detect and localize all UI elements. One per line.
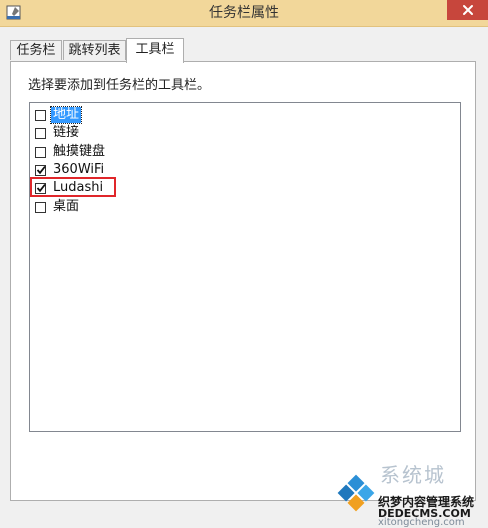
checkmark-icon [36,183,46,192]
list-item-desktop[interactable]: 桌面 [35,198,81,216]
checkbox-desktop[interactable] [35,201,46,213]
tab-taskbar[interactable]: 任务栏 [10,40,62,60]
list-item-label: 地址 [49,106,83,124]
list-item-touch-keyboard[interactable]: 触摸键盘 [35,143,107,161]
windows-logo-icon [337,474,375,512]
watermark-url: xitongcheng.com [378,517,465,528]
list-item-360wifi[interactable]: 360WiFi [35,161,106,179]
checkbox-address[interactable] [35,109,46,121]
window-title: 任务栏属性 [209,5,279,21]
list-item-label: 链接 [53,125,80,140]
toolbars-instruction: 选择要添加到任务栏的工具栏。 [28,78,211,93]
checkmark-icon [36,165,46,174]
checkbox-360wifi[interactable] [35,164,46,176]
list-item-label: Ludashi [53,180,104,195]
title-bar[interactable]: 任务栏属性 [0,0,488,27]
list-item-label: 360WiFi [53,162,105,177]
close-icon [462,5,473,15]
list-item-label: 触摸键盘 [53,144,106,159]
list-item-ludashi[interactable]: Ludashi [35,179,105,197]
taskbar-properties-window: 任务栏属性 任务栏 跳转列表 工具栏 选择要添加到任务栏的工具栏。 地址 链接 … [0,0,488,528]
checkbox-ludashi[interactable] [35,182,46,194]
checkbox-links[interactable] [35,127,46,139]
tab-toolbars[interactable]: 工具栏 [126,38,184,63]
checkbox-touch-keyboard[interactable] [35,146,46,158]
list-item-label: 桌面 [53,199,80,214]
watermark-logo: 系统城 织梦内容管理系统 DEDECMS.COM xitongcheng.com [330,455,488,528]
toolbars-list[interactable]: 地址 链接 触摸键盘 360WiFi Ludashi 桌面 [29,102,461,432]
close-button[interactable] [447,0,488,20]
list-item-links[interactable]: 链接 [35,124,81,142]
list-item-address[interactable]: 地址 [35,106,83,124]
watermark-title: 系统城 [380,463,446,487]
tab-jump-lists[interactable]: 跳转列表 [63,40,126,60]
